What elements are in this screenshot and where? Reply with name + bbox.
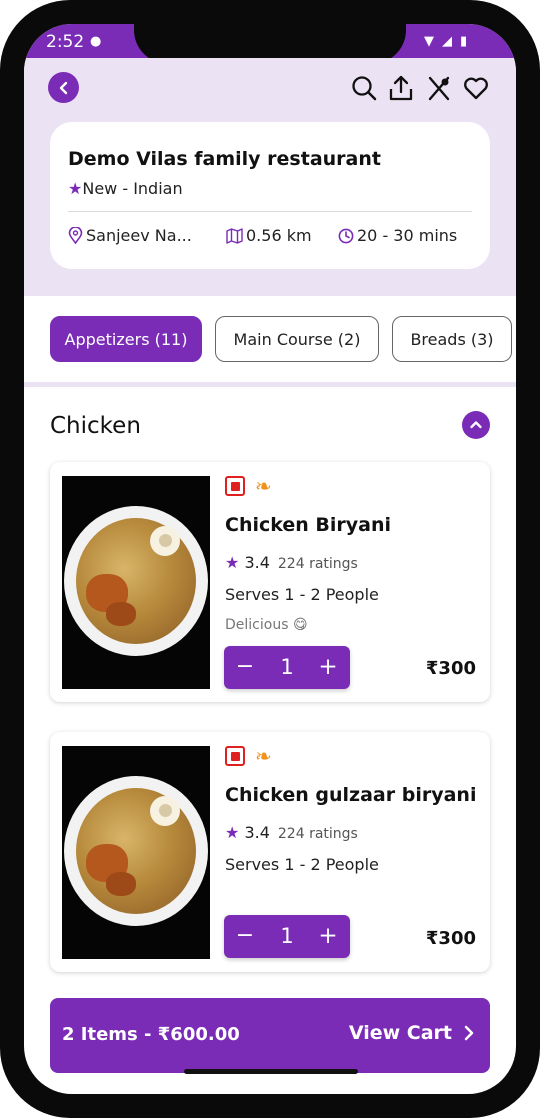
app-screen: 2:52 ● ▼ ◢ ▮ Demo Vilas family restauran [24, 24, 516, 1094]
star-icon: ★ [68, 179, 83, 198]
phone-frame: 2:52 ● ▼ ◢ ▮ Demo Vilas family restauran [0, 0, 540, 1118]
increment-button[interactable]: + [316, 921, 340, 951]
item-name: Chicken gulzaar biryani [225, 784, 477, 806]
location-info: Sanjeev Na... [68, 226, 192, 245]
star-icon: ★ [225, 553, 240, 572]
item-name: Chicken Biryani [225, 514, 392, 536]
increment-button[interactable]: + [316, 652, 340, 682]
utensils-icon[interactable] [425, 74, 453, 102]
item-description: Delicious 😋 [225, 617, 308, 633]
rating-value: 3.4 [244, 823, 270, 842]
location-text: Sanjeev Na... [86, 226, 192, 245]
menu-item-card[interactable]: ❧ Chicken gulzaar biryani ★ 3.4 224 ratin… [50, 732, 490, 972]
item-rating: ★ 3.4 224 ratings [225, 823, 358, 842]
view-cart-button[interactable]: View Cart [349, 1022, 452, 1044]
menu-item-card[interactable]: ❧ Chicken Biryani ★ 3.4 224 ratings Serve… [50, 462, 490, 702]
search-icon[interactable] [350, 74, 378, 102]
heart-icon[interactable] [462, 74, 490, 102]
new-badge: New [82, 179, 118, 198]
dish-image [62, 476, 210, 689]
nonveg-icon [225, 746, 245, 766]
quantity-value: 1 [280, 655, 294, 679]
item-price: ₹300 [425, 658, 476, 679]
section-title: Chicken [50, 413, 141, 439]
divider [68, 211, 472, 212]
serves-info: Serves 1 - 2 People [225, 855, 379, 874]
back-button[interactable] [48, 72, 79, 103]
item-price: ₹300 [425, 928, 476, 949]
dish-image [62, 746, 210, 959]
distance-text: 0.56 km [246, 226, 312, 245]
tab-appetizers[interactable]: Appetizers (11) [50, 316, 202, 362]
delivery-time-info: 20 - 30 mins [338, 226, 457, 245]
star-icon: ★ [225, 823, 240, 842]
quantity-stepper: − 1 + [224, 915, 350, 958]
chevron-up-icon [470, 421, 482, 429]
cuisine-label: - Indian [117, 179, 183, 198]
spicy-icon: ❧ [255, 744, 272, 768]
tab-breads[interactable]: Breads (3) [392, 316, 512, 362]
chevron-left-icon [59, 81, 67, 94]
restaurant-info-card: Demo Vilas family restaurant ★New - Indi… [50, 122, 490, 269]
ratings-count: 224 ratings [277, 826, 358, 842]
item-rating: ★ 3.4 224 ratings [225, 553, 358, 572]
nonveg-icon [225, 476, 245, 496]
location-pin-icon [68, 227, 83, 244]
category-tabs: Appetizers (11) Main Course (2) Breads (… [24, 316, 516, 380]
restaurant-subtitle: ★New - Indian [68, 179, 183, 198]
section-separator [24, 382, 516, 387]
signal-icon: ◢ [442, 34, 452, 49]
status-time: 2:52 [46, 32, 85, 52]
decrement-button[interactable]: − [234, 652, 256, 682]
distance-info: 0.56 km [226, 226, 312, 245]
wifi-icon: ▼ [424, 34, 434, 49]
map-icon [226, 227, 243, 244]
restaurant-name: Demo Vilas family restaurant [68, 148, 381, 170]
serves-info: Serves 1 - 2 People [225, 585, 379, 604]
tab-main-course[interactable]: Main Course (2) [215, 316, 379, 362]
ratings-count: 224 ratings [277, 556, 358, 572]
spicy-icon: ❧ [255, 474, 272, 498]
quantity-stepper: − 1 + [224, 646, 350, 689]
quantity-value: 1 [280, 924, 294, 948]
notification-icon: ● [90, 34, 102, 49]
battery-icon: ▮ [460, 34, 468, 49]
chevron-right-icon [464, 1025, 474, 1041]
clock-icon [338, 228, 354, 243]
view-cart-bar[interactable]: 2 Items - ₹600.00 View Cart [50, 998, 490, 1073]
delivery-time-text: 20 - 30 mins [357, 226, 458, 245]
share-icon[interactable] [387, 74, 415, 102]
cart-summary: 2 Items - ₹600.00 [62, 1024, 240, 1045]
collapse-section-button[interactable] [462, 411, 490, 439]
home-indicator [184, 1069, 358, 1074]
decrement-button[interactable]: − [234, 921, 256, 951]
rating-value: 3.4 [244, 553, 270, 572]
